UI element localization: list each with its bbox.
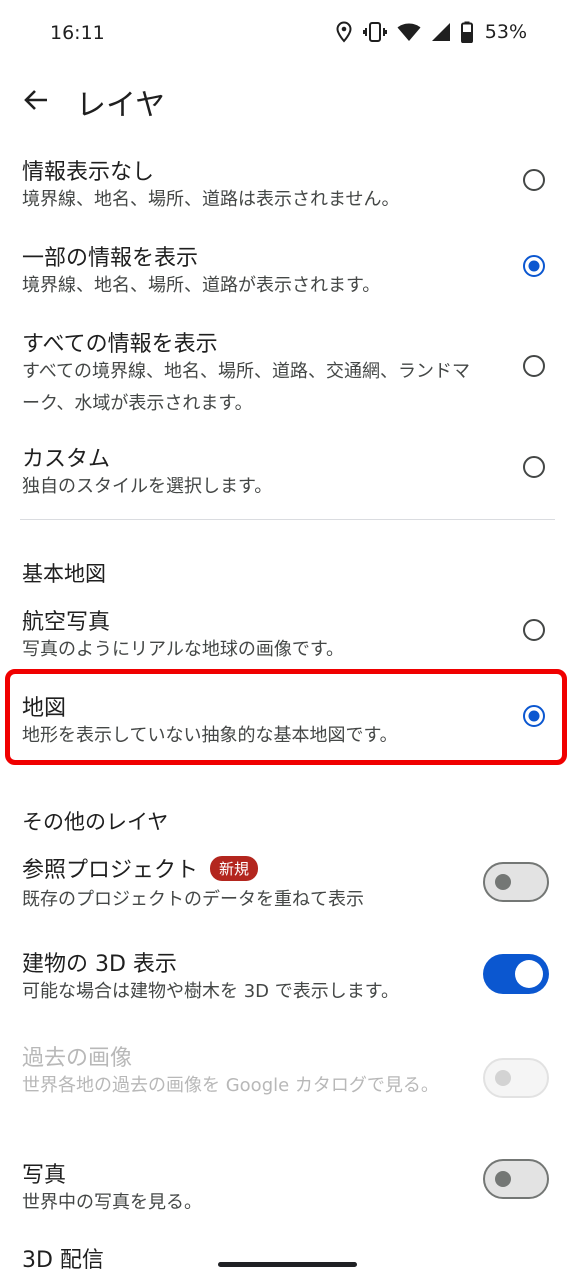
signal-icon — [431, 23, 450, 41]
status-time: 16:11 — [50, 22, 105, 44]
photos-toggle[interactable] — [483, 1159, 549, 1199]
app-bar: レイヤ — [0, 70, 575, 134]
new-badge: 新規 — [210, 856, 259, 881]
vibrate-icon — [362, 22, 387, 42]
reference-project-toggle[interactable] — [483, 862, 549, 902]
toggle-knob — [515, 960, 543, 988]
radio-unselected-icon[interactable] — [522, 354, 546, 378]
status-bar: 16:11 53% — [0, 0, 575, 66]
battery-icon — [460, 21, 473, 43]
layer-historical-imagery: 過去の画像 世界各地の過去の画像を Google カタログで見る。 — [0, 1036, 575, 1132]
section-heading-base-map: 基本地図 — [22, 562, 106, 586]
layer-photos[interactable]: 写真 世界中の写真を見る。 — [0, 1153, 575, 1219]
3d-buildings-toggle[interactable] — [483, 954, 549, 994]
toggle-knob — [495, 1070, 511, 1086]
map-type-option-custom[interactable]: カスタム 独自のスタイルを選択します。 — [0, 437, 575, 503]
wifi-icon — [397, 23, 421, 41]
radio-unselected-icon[interactable] — [522, 455, 546, 479]
section-divider — [20, 519, 555, 520]
gesture-nav-handle[interactable] — [218, 1262, 357, 1267]
layer-3d-streaming[interactable]: 3D 配信 — [0, 1238, 575, 1280]
status-icons: 53% — [335, 20, 527, 44]
map-type-option-partial[interactable]: 一部の情報を表示 境界線、地名、場所、道路が表示されます。 — [0, 236, 575, 302]
map-type-option-none[interactable]: 情報表示なし 境界線、地名、場所、道路は表示されません。 — [0, 150, 575, 216]
layer-title: 参照プロジェクト — [22, 858, 199, 883]
layer-reference-project[interactable]: 参照プロジェクト 新規 既存のプロジェクトのデータを重ねて表示 — [0, 848, 575, 918]
toggle-knob — [495, 874, 511, 890]
layer-3d-buildings[interactable]: 建物の 3D 表示 可能な場合は建物や樹木を 3D で表示します。 — [0, 942, 575, 1008]
section-heading-other-layers: その他のレイヤ — [22, 810, 169, 834]
historical-imagery-toggle — [483, 1058, 549, 1098]
map-type-option-all[interactable]: すべての情報を表示 すべての境界線、地名、場所、道路、交通網、ランドマーク、水域… — [0, 322, 575, 418]
location-icon — [336, 21, 352, 43]
radio-unselected-icon[interactable] — [522, 618, 546, 642]
toggle-knob — [495, 1171, 511, 1187]
base-map-option-aerial[interactable]: 航空写真 写真のようにリアルな地球の画像です。 — [0, 600, 575, 666]
page-title: レイヤ — [76, 88, 166, 123]
radio-selected-icon[interactable] — [522, 254, 546, 278]
highlight-box — [5, 669, 567, 765]
battery-percent: 53% — [484, 21, 527, 43]
back-arrow-icon[interactable] — [20, 84, 52, 116]
radio-unselected-icon[interactable] — [522, 168, 546, 192]
